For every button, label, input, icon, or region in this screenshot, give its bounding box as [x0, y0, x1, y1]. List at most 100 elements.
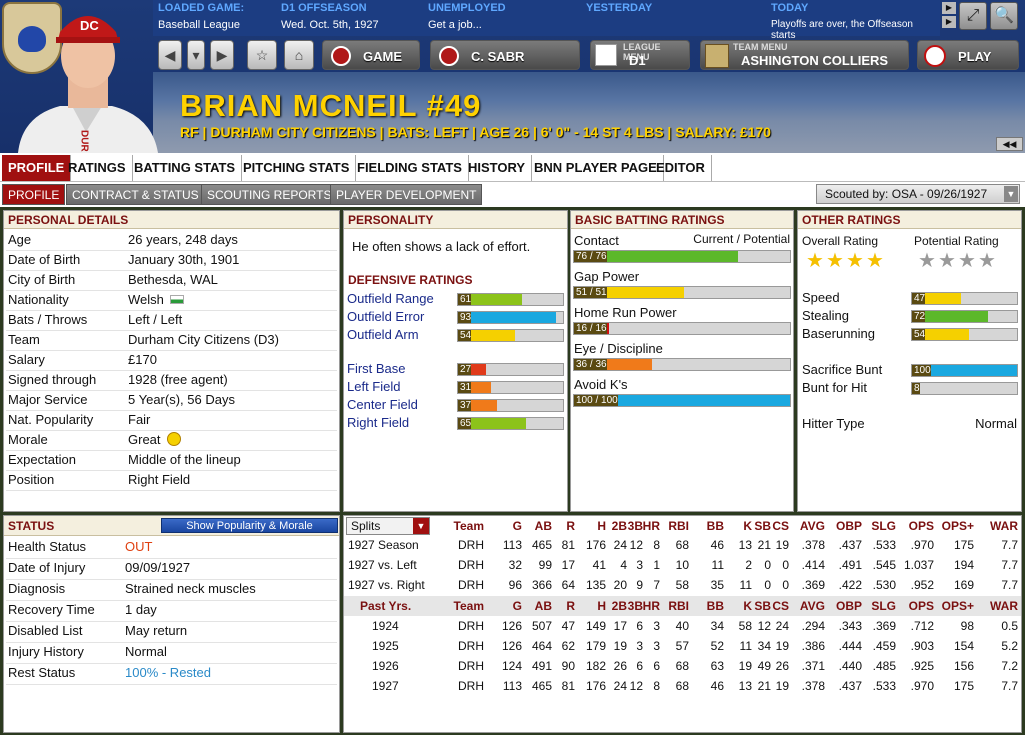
overall-star-icon: ★ [866, 250, 884, 272]
other-rating-bar: 100 [911, 364, 1018, 377]
history-dropdown-button[interactable]: ▾ [187, 40, 205, 70]
team-menu-value: ASHINGTON COLLIERS [741, 53, 889, 68]
forward-icon: ▶ [216, 47, 228, 63]
split-row-cell: 7.7 [1001, 538, 1018, 552]
status-value: 1 day [125, 602, 157, 617]
other-rating-label: Speed [802, 290, 840, 305]
batting-rating-bar-value: 16 / 16 [574, 323, 607, 334]
other-rating-bar-value: 54 [912, 329, 926, 340]
potential-rating-label: Potential Rating [914, 234, 999, 248]
split-row-cell: 7.7 [1001, 558, 1018, 572]
other-rating-label: Baserunning [802, 326, 875, 341]
status-label: Recovery Time [8, 602, 95, 617]
batting-rating-label: Gap Power [574, 269, 640, 284]
back-icon: ◀ [164, 47, 176, 63]
personality-panel: PERSONALITY He often shows a lack of eff… [343, 210, 568, 512]
subtab-player-development[interactable]: PLAYER DEVELOPMENT [330, 184, 483, 205]
info-bar: LOADED GAME: Baseball League D1 OFFSEASO… [153, 0, 940, 41]
tab-editor[interactable]: EDITOR [650, 155, 712, 181]
status-label: Date of Injury [8, 560, 86, 575]
other-rating-bar-value: 100 [912, 365, 931, 376]
personal-details-panel: PERSONAL DETAILS Age 26 years, 248 days Da… [3, 210, 340, 512]
defensive-rating-bar-value: 65 [458, 418, 472, 429]
tab-ratings[interactable]: RATINGS [62, 155, 133, 181]
tab-history[interactable]: HISTORY [462, 155, 533, 181]
player-subtitle: RF | DURHAM CITY CITIZENS | BATS: LEFT |… [180, 124, 771, 140]
team-menu-button[interactable]: TEAM MENU ASHINGTON COLLIERS [700, 40, 909, 70]
personal-label: Nat. Popularity [8, 412, 94, 427]
game-button-label: GAME [363, 49, 402, 64]
other-rating-bar-value: 47 [912, 293, 926, 304]
collapse-header-button[interactable]: ◀◀ [996, 137, 1023, 151]
home-button[interactable]: ⌂ [284, 40, 314, 70]
defensive-rating-bar-fill [458, 312, 556, 323]
potential-star-icon: ★ [918, 250, 936, 272]
batting-rating-bar: 100 / 100 [573, 394, 791, 407]
potential-star-icon: ★ [938, 250, 956, 272]
defensive-rating-label: Left Field [347, 379, 401, 394]
search-icon[interactable]: 🔍 [990, 2, 1018, 30]
status-value: Strained neck muscles [125, 581, 256, 596]
status-value: 100% - Rested [125, 665, 211, 680]
subtab-contract-status[interactable]: CONTRACT & STATUS [66, 184, 205, 205]
personal-value: 1928 (free agent) [128, 372, 228, 387]
status-label: UNEMPLOYED [428, 2, 506, 14]
other-ratings-title: OTHER RATINGS [798, 211, 1021, 229]
personal-value: Bethesda, WAL [128, 272, 218, 287]
prev-news-icon[interactable]: ▶ [942, 2, 956, 14]
tab-pitching-stats[interactable]: PITCHING STATS [237, 155, 357, 181]
personal-label: Expectation [8, 452, 76, 467]
past-year-row-cell: 7.7 [1001, 679, 1018, 693]
row-divider [6, 350, 337, 351]
phase-value: Wed. Oct. 5th, 1927 [281, 19, 379, 31]
splits-dropdown-value: Splits [351, 519, 381, 533]
hitter-type-value: Normal [975, 416, 1017, 431]
personal-label: City of Birth [8, 272, 76, 287]
tab-batting-stats[interactable]: BATTING STATS [128, 155, 243, 181]
tab-fielding-stats[interactable]: FIELDING STATS [351, 155, 469, 181]
status-label: Rest Status [8, 665, 76, 680]
scout-selector[interactable]: Scouted by: OSA - 09/26/1927 ▼ [816, 184, 1020, 204]
batting-rating-bar: 76 / 76 [573, 250, 791, 263]
personal-details-title: PERSONAL DETAILS [4, 211, 339, 229]
stats-column-header: WAR [990, 519, 1018, 533]
past-year-row-cell: 175 [953, 679, 974, 693]
show-popularity-morale-button[interactable]: Show Popularity & Morale [161, 518, 338, 533]
splits-dropdown[interactable]: Splits ▼ [346, 517, 430, 535]
defensive-ratings-title: DEFENSIVE RATINGS [344, 271, 567, 289]
split-row-label: 1927 Season [348, 538, 419, 552]
subtab-scouting-reports[interactable]: SCOUTING REPORTS [201, 184, 338, 205]
bookmark-button[interactable]: ☆ [247, 40, 277, 70]
defensive-rating-bar: 93 [457, 311, 564, 324]
stats-column-header: WAR [990, 599, 1018, 613]
next-news-icon[interactable]: ▶ [942, 16, 956, 28]
personality-text: He often shows a lack of effort. [352, 239, 531, 254]
tab-profile[interactable]: PROFILE [2, 155, 72, 181]
defensive-rating-bar-value: 93 [458, 312, 472, 323]
batting-rating-bar: 16 / 16 [573, 322, 791, 335]
personal-value: Welsh [128, 290, 184, 310]
play-button[interactable]: PLAY [917, 40, 1019, 70]
defensive-rating-bar: 61 [457, 293, 564, 306]
job-link[interactable]: Get a job... [428, 19, 482, 31]
subtab-profile[interactable]: PROFILE [2, 184, 66, 205]
status-label: Diagnosis [8, 581, 66, 596]
other-rating-bar: 72 [911, 310, 1018, 323]
team-crest-icon [705, 44, 729, 68]
play-button-label: PLAY [958, 49, 992, 64]
maximize-icon[interactable]: ⤢ [959, 2, 987, 30]
game-button[interactable]: GAME [322, 40, 420, 70]
personal-label: Salary [8, 352, 45, 367]
stats-panel: Splits ▼ Team G AB R H 2B 3B HR RBI BB K SB CS AVG OBP… [343, 515, 1022, 733]
personal-value: Fair [128, 412, 151, 427]
league-menu-button[interactable]: LEAGUE MENU D1 [590, 40, 690, 70]
manager-button[interactable]: C. SABR [430, 40, 580, 70]
past-year-row-cell: 98 [960, 619, 974, 633]
tab-bnn-player-page[interactable]: BNN PLAYER PAGE [528, 155, 664, 181]
manager-button-label: C. SABR [471, 49, 525, 64]
scout-selector-value: Scouted by: OSA - 09/26/1927 [825, 187, 988, 201]
personal-label: Bats / Throws [8, 312, 88, 327]
batting-rating-bar-value: 51 / 51 [574, 287, 607, 298]
batting-rating-bar-value: 100 / 100 [574, 395, 618, 406]
forward-button[interactable]: ▶ [210, 40, 234, 70]
